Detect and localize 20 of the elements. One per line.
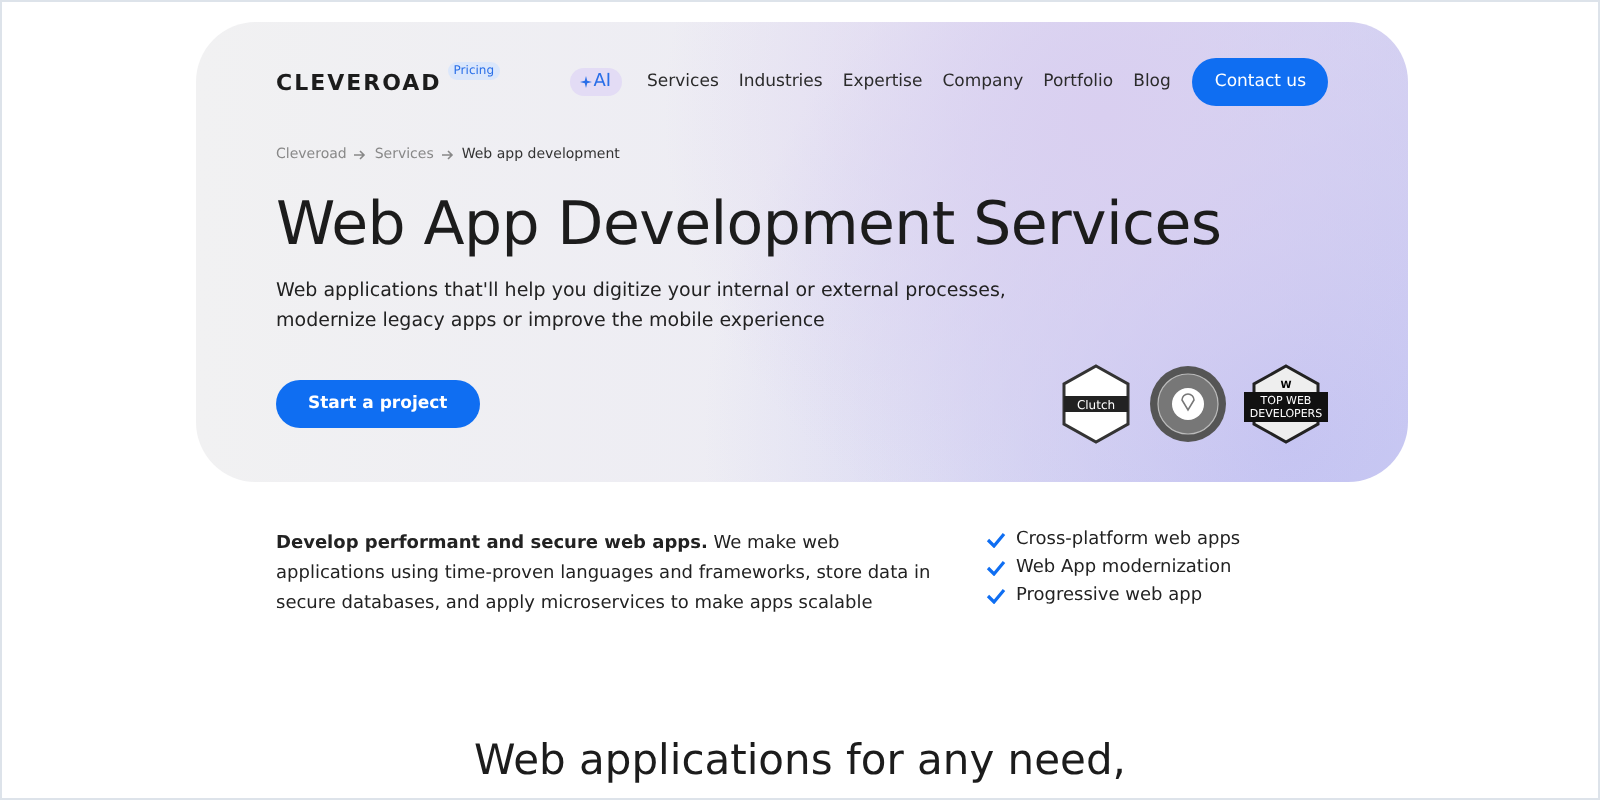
- section-title: Web applications for any need,: [472, 736, 1128, 784]
- nav-link[interactable]: Company: [942, 72, 1024, 92]
- feature-text: Progressive web app: [1016, 586, 1203, 606]
- nav-link[interactable]: Services: [647, 72, 719, 92]
- nav-link[interactable]: Industries: [738, 72, 823, 92]
- nav-link[interactable]: Expertise: [842, 72, 923, 92]
- arrow-icon: [441, 149, 454, 159]
- award-badge-icon: [1148, 364, 1228, 444]
- feature-text: Cross-platform web apps: [1016, 530, 1241, 550]
- intro-paragraph: Develop performant and secure web apps. We make web applications using time-proven languages and frameworks, store data in secure databases, and apply microservices to make apps scalable: [276, 532, 933, 618]
- start-project-button[interactable]: Start a project: [276, 380, 480, 428]
- page-title: Web App Development Services: [276, 190, 1224, 260]
- nav-link[interactable]: Blog: [1133, 72, 1171, 92]
- hero-subtitle: Web applications that'll help you digitize your internal or external processes, modernize legacy apps or improve the mobile experience: [276, 278, 1008, 336]
- nav-link[interactable]: Portfolio: [1043, 72, 1114, 92]
- sparkle-icon: [579, 76, 592, 88]
- feature-text: Web App modernization: [1016, 558, 1232, 578]
- arrow-icon: [354, 149, 367, 159]
- contact-button[interactable]: Contact us: [1192, 58, 1328, 106]
- logo[interactable]: CLEVEROAD: [276, 69, 442, 95]
